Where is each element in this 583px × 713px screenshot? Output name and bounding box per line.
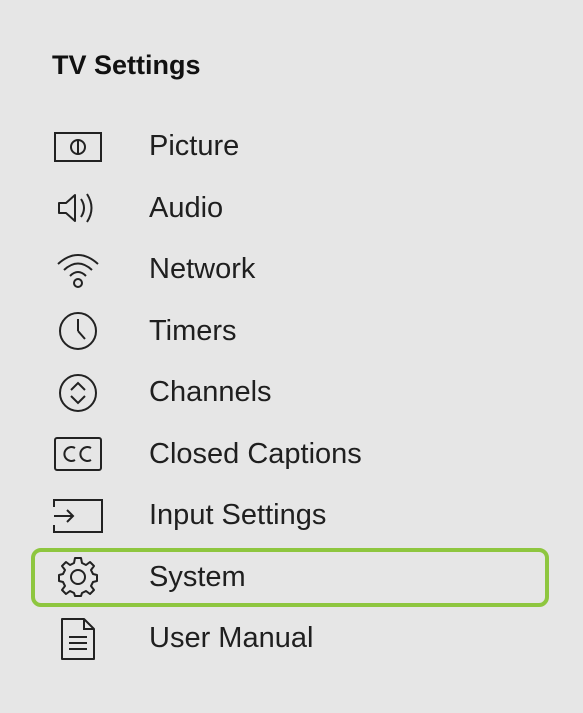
menu-item-network[interactable]: Network	[0, 239, 583, 301]
menu-item-label: Closed Captions	[149, 437, 362, 470]
menu-item-input-settings[interactable]: Input Settings	[0, 485, 583, 547]
menu-item-label: Channels	[149, 376, 272, 409]
menu-item-user-manual[interactable]: User Manual	[0, 608, 583, 670]
picture-icon	[52, 125, 104, 169]
menu-item-label: Input Settings	[149, 499, 327, 532]
input-icon	[52, 494, 104, 538]
menu-item-timers[interactable]: Timers	[0, 301, 583, 363]
menu-item-channels[interactable]: Channels	[0, 362, 583, 424]
page-title: TV Settings	[52, 50, 201, 80]
menu-item-system[interactable]: System	[0, 547, 583, 609]
tv-settings-panel: TV Settings Picture Audio Network Timers…	[0, 0, 583, 713]
menu-item-audio[interactable]: Audio	[0, 178, 583, 240]
cc-icon	[52, 432, 104, 476]
menu-item-label: Audio	[149, 191, 224, 224]
menu-item-label: Timers	[149, 314, 237, 347]
menu-item-label: System	[149, 560, 246, 593]
document-icon	[52, 617, 104, 661]
channels-icon	[52, 371, 104, 415]
clock-icon	[52, 309, 104, 353]
gear-icon	[52, 555, 104, 599]
wifi-icon	[52, 248, 104, 292]
speaker-icon	[52, 186, 104, 230]
menu-item-label: Picture	[149, 130, 240, 163]
settings-menu: Picture Audio Network Timers Channels Cl…	[0, 116, 583, 670]
menu-item-picture[interactable]: Picture	[0, 116, 583, 178]
menu-item-label: Network	[149, 253, 256, 286]
menu-item-label: User Manual	[149, 622, 314, 655]
menu-item-closed-captions[interactable]: Closed Captions	[0, 424, 583, 486]
